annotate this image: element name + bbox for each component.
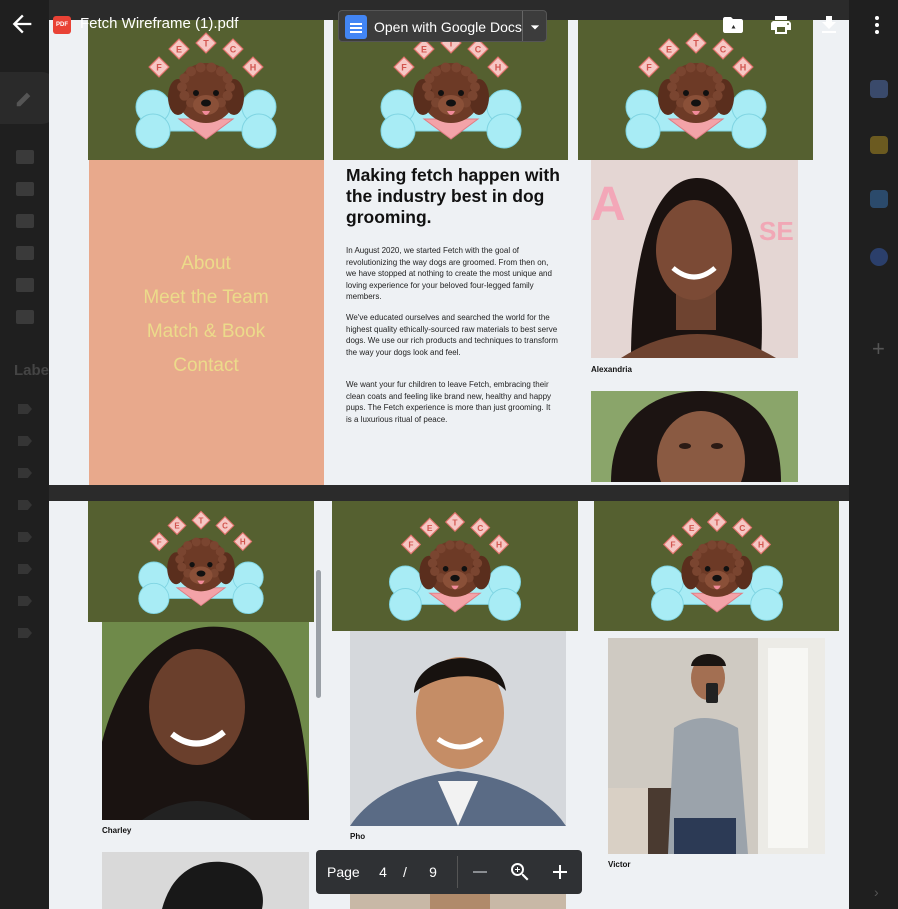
logo-header: F E T C H <box>594 501 839 631</box>
about-headline: Making fetch happen with the industry be… <box>346 165 560 227</box>
svg-text:C: C <box>222 521 228 530</box>
svg-text:H: H <box>496 540 502 550</box>
fetch-logo: F E T C H <box>388 511 522 621</box>
zoom-out-icon <box>473 871 487 873</box>
tasks-icon <box>870 190 888 208</box>
svg-text:F: F <box>157 537 162 546</box>
svg-text:T: T <box>199 516 204 525</box>
back-button[interactable] <box>8 10 36 38</box>
labels-heading: Labe <box>14 362 50 379</box>
team-photo-charley <box>102 622 309 820</box>
page-label: Page <box>327 864 360 880</box>
add-addon-icon: + <box>872 336 885 361</box>
logo-header: F E T C H <box>332 501 578 631</box>
open-with-button[interactable]: Open with Google Docs <box>338 10 547 42</box>
svg-text:SE: SE <box>759 216 794 246</box>
draft-icon <box>16 278 34 292</box>
contacts-icon <box>870 248 888 266</box>
pdf-page-1: FETCH FETCH FETCH About Meet the Team Ma… <box>49 20 849 485</box>
file-name: Fetch Wireframe (1).pdf <box>80 15 239 32</box>
viewer-scrollbar-thumb[interactable] <box>316 570 321 698</box>
fetch-logo: F E T C H <box>138 510 264 614</box>
svg-text:H: H <box>757 540 763 550</box>
nav-link-match-book[interactable]: Match & Book <box>89 321 323 343</box>
download-icon <box>822 16 836 33</box>
nav-link-contact[interactable]: Contact <box>89 355 323 377</box>
add-to-drive-icon <box>723 17 743 33</box>
expand-icon <box>16 310 34 324</box>
svg-text:F: F <box>156 63 162 73</box>
team-photo-pho <box>350 631 566 826</box>
current-page[interactable]: 4 <box>376 864 390 880</box>
calendar-icon <box>870 80 888 98</box>
pager-divider <box>457 856 458 888</box>
svg-text:T: T <box>452 517 458 527</box>
svg-text:E: E <box>174 521 180 530</box>
svg-text:F: F <box>670 540 675 550</box>
team-photo <box>102 852 309 909</box>
svg-text:F: F <box>408 540 413 550</box>
about-paragraph: We've educated ourselves and searched th… <box>346 313 558 357</box>
pdf-icon: PDF <box>53 16 71 34</box>
nav-link-about[interactable]: About <box>89 253 323 275</box>
open-with-label: Open with Google Docs <box>374 19 522 35</box>
svg-text:A: A <box>591 178 626 231</box>
more-options-button[interactable] <box>865 13 889 37</box>
compose-button <box>0 72 56 124</box>
star-icon <box>16 182 34 196</box>
zoom-plus-icon <box>553 865 567 879</box>
zoom-in-button[interactable] <box>548 860 572 884</box>
chevron-down-icon <box>530 25 540 30</box>
zoom-in-icon <box>511 863 529 881</box>
open-with-divider <box>522 11 523 41</box>
svg-text:C: C <box>477 523 483 533</box>
open-with-dropdown[interactable] <box>525 17 545 37</box>
team-caption-pho: Pho <box>350 832 366 841</box>
total-pages: 9 <box>429 864 437 880</box>
svg-text:T: T <box>714 517 720 527</box>
fetch-logo: F E T C H <box>650 511 783 621</box>
svg-text:F: F <box>401 63 407 73</box>
svg-text:H: H <box>739 63 746 73</box>
team-caption-victor: Victor <box>608 860 631 869</box>
svg-text:F: F <box>646 63 652 73</box>
add-to-drive-button[interactable] <box>721 13 745 37</box>
pencil-icon <box>16 92 31 107</box>
team-photo-victor <box>608 638 825 854</box>
inbox-icon <box>16 150 34 164</box>
team-caption-charley: Charley <box>102 826 132 835</box>
pdf-page-2: F E T C H F E T C H F E T C H Charley Pho Victor <box>49 501 849 909</box>
google-docs-icon <box>345 15 367 39</box>
print-button[interactable] <box>769 13 793 37</box>
about-paragraph: In August 2020, we started Fetch with th… <box>346 246 552 301</box>
back-arrow-icon <box>12 14 32 34</box>
svg-text:C: C <box>739 523 745 533</box>
team-caption-alexandria: Alexandria <box>591 365 632 374</box>
svg-text:H: H <box>240 537 246 546</box>
background-left-rail <box>0 0 49 909</box>
page-separator: / <box>403 864 407 880</box>
clock-icon <box>16 214 34 228</box>
viewer-toolbar: PDF Fetch Wireframe (1).pdf Open with Go… <box>0 0 898 50</box>
team-photo-alexandria: A SE <box>591 160 798 358</box>
nav-link-meet-the-team[interactable]: Meet the Team <box>89 287 323 309</box>
zoom-button[interactable] <box>508 860 532 884</box>
download-button[interactable] <box>817 13 841 37</box>
zoom-out-button[interactable] <box>468 860 492 884</box>
page-controls: Page 4 / 9 <box>316 850 582 894</box>
chevron-right-icon: › <box>874 884 879 900</box>
svg-text:E: E <box>427 523 433 533</box>
svg-text:H: H <box>494 63 501 73</box>
about-paragraph: We want your fur children to leave Fetch… <box>346 380 552 424</box>
team-photo <box>591 391 798 482</box>
svg-text:E: E <box>688 523 694 533</box>
keep-icon <box>870 136 888 154</box>
print-icon <box>771 16 791 34</box>
logo-header: F E T C H <box>88 501 314 622</box>
send-icon <box>16 246 34 260</box>
more-vert-icon <box>875 16 879 34</box>
svg-text:H: H <box>250 63 257 73</box>
